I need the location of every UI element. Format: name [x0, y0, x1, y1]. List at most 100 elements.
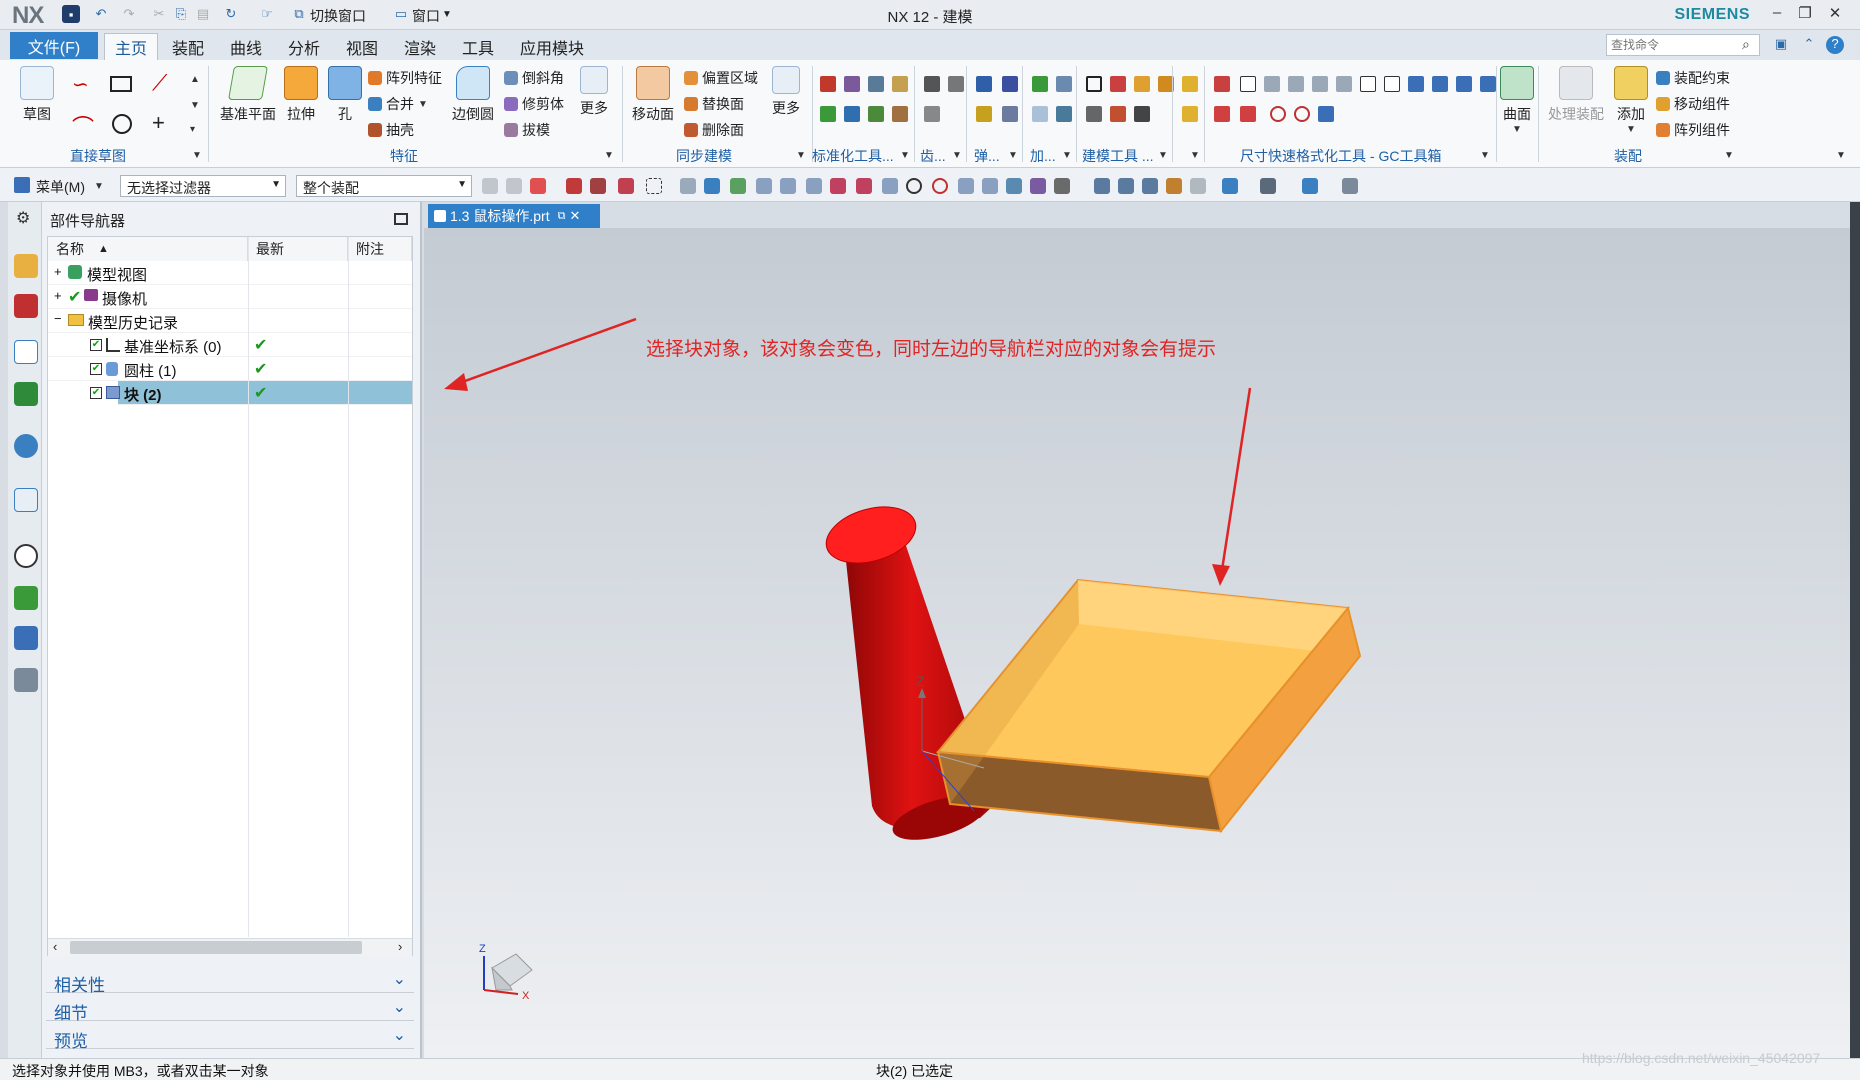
sketch-scroll-down-icon[interactable]: ▼: [190, 100, 200, 111]
spring-tool-icon[interactable]: [1002, 76, 1018, 92]
dim-tool-icon[interactable]: [1182, 76, 1198, 92]
collapse-icon[interactable]: −: [54, 311, 62, 326]
tab-assembly[interactable]: 装配: [162, 33, 214, 60]
visibility-checkbox[interactable]: ✔: [90, 363, 102, 375]
dim-format-icon[interactable]: [1480, 76, 1496, 92]
modeling-tool-icon[interactable]: [1086, 106, 1102, 122]
sync-group-menu-icon[interactable]: ▼: [796, 150, 806, 161]
std-tool-icon[interactable]: [820, 106, 836, 122]
snap-endpoint-icon[interactable]: [756, 178, 772, 194]
render-style-icon[interactable]: [1260, 178, 1276, 194]
extrude-button[interactable]: 拉伸: [284, 66, 318, 124]
dim-format-icon[interactable]: [1408, 76, 1424, 92]
shell-button[interactable]: 抽壳: [368, 120, 414, 140]
std-tool-icon[interactable]: [844, 76, 860, 92]
wcs-icon[interactable]: [1190, 178, 1206, 194]
body-selection-icon[interactable]: [618, 178, 634, 194]
delete-face-button[interactable]: 删除面: [684, 120, 744, 140]
process-assembly-button[interactable]: 处理装配: [1548, 66, 1604, 124]
tab-render[interactable]: 渲染: [394, 33, 446, 60]
line-icon[interactable]: ⟋: [152, 70, 167, 96]
orient-view-icon[interactable]: [1222, 178, 1238, 194]
type-filter-dropdown[interactable]: 无选择过滤器 ▼: [120, 175, 286, 197]
rectangle-icon[interactable]: [110, 76, 132, 92]
file-tab[interactable]: 文件(F): [10, 32, 98, 59]
web-browser-icon[interactable]: [14, 434, 38, 458]
add-component-dropdown-icon[interactable]: ▼: [1626, 124, 1636, 135]
std-tool-icon[interactable]: [868, 106, 884, 122]
tab-tools[interactable]: 工具: [452, 33, 504, 60]
chamfer-button[interactable]: 倒斜角: [504, 68, 564, 88]
sync-more-button[interactable]: 更多: [772, 66, 800, 118]
ribbon-overflow-icon[interactable]: ▼: [1836, 150, 1846, 161]
tab-curve[interactable]: 曲线: [220, 33, 272, 60]
snap-intersection-icon[interactable]: [830, 178, 846, 194]
view-triad[interactable]: [483, 953, 533, 995]
part-file-tab[interactable]: 1.3 鼠标操作.prt ⧉ ✕: [428, 204, 600, 228]
fit-icon[interactable]: [1094, 178, 1110, 194]
dim-format-icon[interactable]: [1456, 76, 1472, 92]
unite-dropdown-icon[interactable]: ▼: [418, 99, 428, 110]
snap-quadrant-icon[interactable]: [932, 178, 948, 194]
edge-blend-button[interactable]: 边倒圆: [452, 66, 494, 124]
profile-icon[interactable]: ∽: [72, 72, 89, 97]
clock-icon[interactable]: [14, 544, 38, 568]
expand-icon[interactable]: +: [54, 264, 62, 279]
show-hide-icon[interactable]: [1342, 178, 1358, 194]
machining-tool-icon[interactable]: [1056, 76, 1072, 92]
modeling-tool-icon[interactable]: [1134, 106, 1150, 122]
collapse-ribbon-icon[interactable]: ⌃: [1800, 36, 1818, 54]
snap-curve-icon[interactable]: [856, 178, 872, 194]
direct-sketch-group-menu-icon[interactable]: ▼: [192, 150, 202, 161]
sketch-scroll-up-icon[interactable]: ▲: [190, 74, 200, 85]
machining-tool-icon[interactable]: [1032, 76, 1048, 92]
move-face-button[interactable]: 移动面: [632, 66, 674, 124]
column-header-uptodate[interactable]: 最新: [248, 237, 348, 261]
history-icon[interactable]: [14, 488, 38, 512]
dim-format-icon[interactable]: [1318, 106, 1334, 122]
face-selection-icon[interactable]: [590, 178, 606, 194]
snap-center-icon[interactable]: [906, 178, 922, 194]
expand-icon[interactable]: +: [54, 288, 62, 303]
reuse-library-icon[interactable]: [14, 382, 38, 406]
dim-format-icon[interactable]: [1384, 76, 1400, 92]
zoom-icon[interactable]: [1118, 178, 1134, 194]
surface-dropdown-icon[interactable]: ▼: [1512, 124, 1522, 135]
sketch-button[interactable]: 草图: [20, 66, 54, 124]
dim-format-icon[interactable]: [1240, 76, 1256, 92]
section-dependencies[interactable]: 相关性 ⌄: [46, 967, 414, 995]
gear-group-menu-icon[interactable]: ▼: [952, 150, 962, 161]
machining-tool-icon[interactable]: [1056, 106, 1072, 122]
tab-home[interactable]: 主页: [104, 33, 159, 60]
tree-row-datum-csys[interactable]: [48, 333, 412, 357]
std-tool-icon[interactable]: [844, 106, 860, 122]
section-preview[interactable]: 预览 ⌄: [46, 1023, 414, 1051]
std-tool-icon[interactable]: [892, 76, 908, 92]
replace-face-button[interactable]: 替换面: [684, 94, 744, 114]
search-icon[interactable]: ⌕: [1742, 36, 1750, 53]
close-icon[interactable]: ✕: [1822, 4, 1848, 24]
general-selection-icon[interactable]: [482, 178, 498, 194]
column-header-name[interactable]: 名称 ▲: [48, 237, 248, 261]
dim-format-icon[interactable]: [1288, 76, 1304, 92]
sheet-body-icon[interactable]: [704, 178, 720, 194]
std-tool-icon[interactable]: [868, 76, 884, 92]
pan-icon[interactable]: [1166, 178, 1182, 194]
dim-tool-icon[interactable]: [1182, 106, 1198, 122]
feature-more-button[interactable]: 更多: [580, 66, 608, 118]
dim-format-icon[interactable]: [1294, 106, 1310, 122]
more-group-menu-icon[interactable]: ▼: [1190, 150, 1200, 161]
offset-region-button[interactable]: 偏置区域: [684, 68, 758, 88]
part-navigator-icon[interactable]: [14, 340, 38, 364]
visibility-checkbox[interactable]: ✔: [90, 339, 102, 351]
assembly-navigator-icon[interactable]: [14, 254, 38, 278]
gear-tool-icon[interactable]: [924, 76, 940, 92]
close-tab-icon[interactable]: ✕: [569, 208, 580, 224]
spring-tool-icon[interactable]: [976, 106, 992, 122]
snap-midpoint-icon[interactable]: [780, 178, 796, 194]
visibility-checkbox[interactable]: ✔: [90, 387, 102, 399]
snap-tangent-icon[interactable]: [882, 178, 898, 194]
add-component-button[interactable]: 添加: [1614, 66, 1648, 124]
machining-group-menu-icon[interactable]: ▼: [1062, 150, 1072, 161]
move-component-button[interactable]: 移动组件: [1656, 94, 1730, 114]
